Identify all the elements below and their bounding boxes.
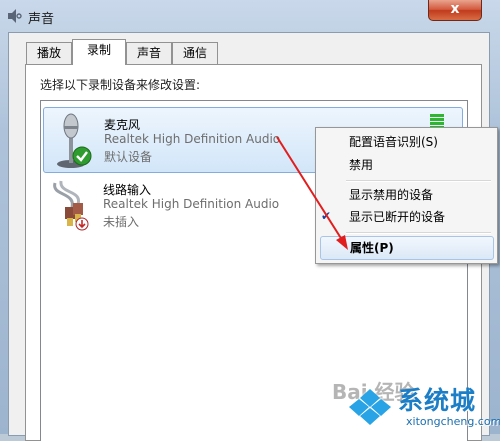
- brand-name: 系统城: [398, 386, 477, 415]
- unplugged-icon: [75, 217, 89, 231]
- default-check-icon: [72, 146, 92, 166]
- brand-domain: xitongcheng.com: [406, 415, 500, 428]
- device-driver: Realtek High Definition Audio: [103, 197, 280, 211]
- instruction-text: 选择以下录制设备来修改设置:: [40, 78, 201, 92]
- menu-item-configure-speech[interactable]: 配置语音识别(S): [320, 131, 492, 153]
- device-status: 默认设备: [104, 150, 153, 164]
- tab-communications[interactable]: 通信: [172, 42, 218, 64]
- tab-recording[interactable]: 录制: [72, 39, 126, 65]
- menu-item-show-disabled[interactable]: 显示禁用的设备: [320, 184, 492, 206]
- speaker-icon: [8, 9, 22, 23]
- menu-item-disable[interactable]: 禁用: [320, 154, 492, 176]
- close-button[interactable]: x: [428, 0, 482, 21]
- device-status: 未插入: [103, 215, 140, 229]
- device-name: 麦克风: [104, 118, 141, 132]
- device-name: 线路输入: [103, 183, 152, 197]
- menu-separator: [346, 180, 491, 182]
- menu-separator: [346, 232, 491, 234]
- context-menu: 配置语音识别(S) 禁用 显示禁用的设备 显示已断开的设备 属性(P): [315, 127, 498, 264]
- menu-item-properties[interactable]: 属性(P): [320, 236, 494, 260]
- menu-item-show-disconnected[interactable]: 显示已断开的设备: [320, 206, 492, 228]
- device-driver: Realtek High Definition Audio: [104, 132, 281, 146]
- checkmark-icon: ✔: [321, 209, 332, 223]
- site-logo: 系统城 xitongcheng.com: [346, 381, 500, 433]
- windows-logo-icon: [348, 387, 392, 427]
- title-bar[interactable]: 声音 x: [0, 0, 500, 32]
- tab-sounds[interactable]: 声音: [126, 42, 172, 64]
- tab-playback[interactable]: 播放: [26, 42, 72, 64]
- window-title: 声音: [28, 12, 55, 27]
